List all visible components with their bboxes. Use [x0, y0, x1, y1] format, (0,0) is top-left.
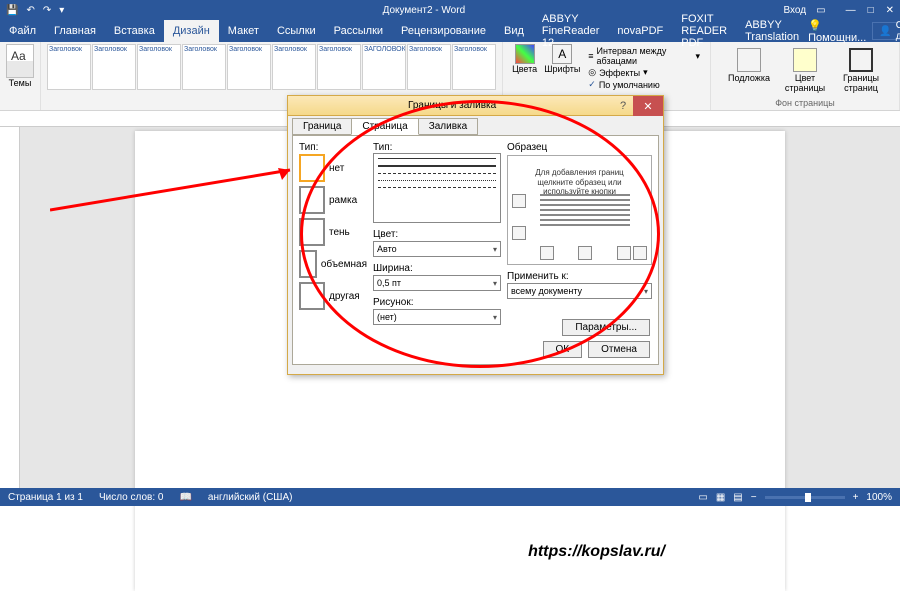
status-words[interactable]: Число слов: 0: [99, 492, 163, 503]
close-icon[interactable]: ✕: [886, 5, 894, 16]
preview-hint: Для добавления границ щелкните образец и…: [520, 168, 639, 197]
preview-right-btn[interactable]: [578, 246, 592, 260]
watermark-button[interactable]: Подложка: [725, 48, 773, 94]
login-link[interactable]: Вход: [783, 5, 806, 16]
colors-button[interactable]: Цвета: [509, 44, 540, 92]
preview-label: Образец: [507, 142, 652, 153]
preview-box[interactable]: Для добавления границ щелкните образец и…: [507, 155, 652, 265]
type-section-label: Тип:: [299, 142, 367, 153]
page-color-button[interactable]: Цвет страницы: [781, 48, 829, 94]
person-icon: 👤: [879, 26, 891, 37]
ribbon-options-icon[interactable]: ▭: [816, 5, 825, 16]
vertical-ruler[interactable]: [0, 127, 20, 488]
view-web-icon[interactable]: ▤: [733, 492, 742, 503]
maximize-icon[interactable]: □: [868, 5, 874, 16]
border-type-shadow[interactable]: тень: [299, 217, 367, 247]
themes-label: Темы: [6, 78, 34, 88]
dialog-help-button[interactable]: ?: [613, 96, 633, 116]
menu-foxit[interactable]: FOXIT READER PDF: [672, 20, 736, 42]
ok-button[interactable]: ОК: [543, 341, 583, 358]
menu-view[interactable]: Вид: [495, 20, 533, 42]
color-combo[interactable]: Авто: [373, 241, 501, 257]
menubar: Файл Главная Вставка Дизайн Макет Ссылки…: [0, 20, 900, 42]
border-type-3d[interactable]: объемная: [299, 249, 367, 279]
spacing-icon: ≡: [588, 51, 593, 61]
page-color-icon: [793, 48, 817, 72]
preview-extra2-btn[interactable]: [633, 246, 647, 260]
cancel-button[interactable]: Отмена: [588, 341, 650, 358]
menu-insert[interactable]: Вставка: [105, 20, 164, 42]
menu-layout[interactable]: Макет: [219, 20, 268, 42]
style-gallery[interactable]: Заголовок Заголовок Заголовок Заголовок …: [47, 44, 496, 92]
page-bg-group-label: Фон страницы: [717, 98, 893, 108]
tab-border[interactable]: Граница: [292, 118, 352, 135]
help-link[interactable]: 💡 Помощни...: [808, 19, 866, 44]
art-combo[interactable]: (нет): [373, 309, 501, 325]
menu-review[interactable]: Рецензирование: [392, 20, 495, 42]
border-type-custom[interactable]: другая: [299, 281, 367, 311]
status-proofing-icon[interactable]: 📖: [179, 492, 191, 503]
status-page[interactable]: Страница 1 из 1: [8, 492, 83, 503]
preview-bottom-btn[interactable]: [512, 226, 526, 240]
page-borders-button[interactable]: Границы страниц: [837, 48, 885, 94]
zoom-value[interactable]: 100%: [866, 492, 892, 503]
share-button[interactable]: 👤 Общий доступ: [872, 22, 900, 40]
themes-button[interactable]: [6, 44, 34, 78]
menu-novapdf[interactable]: novaPDF: [608, 20, 672, 42]
titlebar: 💾 ↶ ↷ ▾ Документ2 - Word Вход ▭ — □ ✕: [0, 0, 900, 20]
style-label: Тип:: [373, 142, 501, 153]
color-label: Цвет:: [373, 229, 501, 240]
menu-file[interactable]: Файл: [0, 20, 45, 42]
dialog-title-text: Границы и заливка: [408, 100, 496, 111]
menu-home[interactable]: Главная: [45, 20, 105, 42]
fonts-button[interactable]: A Шрифты: [544, 44, 580, 92]
dialog-close-button[interactable]: ✕: [633, 96, 663, 116]
redo-icon[interactable]: ↷: [43, 5, 51, 16]
preview-content: [540, 194, 630, 229]
line-style-list[interactable]: [373, 153, 501, 223]
menu-abbyy-tr[interactable]: ABBYY Translation: [736, 20, 808, 42]
tab-page[interactable]: Страница: [351, 118, 418, 135]
borders-shading-dialog: Границы и заливка ? ✕ Граница Страница З…: [287, 95, 664, 375]
border-type-box[interactable]: рамка: [299, 185, 367, 215]
check-icon: ✓: [588, 79, 596, 90]
menu-references[interactable]: Ссылки: [268, 20, 325, 42]
minimize-icon[interactable]: —: [846, 5, 856, 16]
page-borders-icon: [849, 48, 873, 72]
effects-icon: ◎: [588, 67, 596, 78]
watermark-icon: [737, 48, 761, 72]
width-label: Ширина:: [373, 263, 501, 274]
art-label: Рисунок:: [373, 297, 501, 308]
preview-left-btn[interactable]: [540, 246, 554, 260]
status-lang[interactable]: английский (США): [208, 492, 293, 503]
menu-mailings[interactable]: Рассылки: [325, 20, 392, 42]
menu-abbyy-fr[interactable]: ABBYY FineReader 12: [533, 20, 608, 42]
params-button[interactable]: Параметры...: [562, 319, 650, 336]
zoom-in-icon[interactable]: +: [853, 492, 859, 503]
view-read-icon[interactable]: ▭: [698, 492, 707, 503]
tab-shading[interactable]: Заливка: [418, 118, 479, 135]
fonts-icon: A: [552, 44, 572, 64]
save-icon[interactable]: 💾: [6, 5, 18, 16]
preview-extra1-btn[interactable]: [617, 246, 631, 260]
width-combo[interactable]: 0,5 пт: [373, 275, 501, 291]
dialog-titlebar[interactable]: Границы и заливка ? ✕: [288, 96, 663, 116]
menu-design[interactable]: Дизайн: [164, 20, 219, 42]
watermark-url: https://kopslav.ru/: [528, 543, 665, 561]
app-title: Документ2 - Word: [64, 5, 783, 16]
zoom-out-icon[interactable]: −: [751, 492, 757, 503]
set-default-button[interactable]: ✓По умолчанию: [588, 79, 700, 90]
zoom-slider[interactable]: [765, 496, 845, 499]
preview-top-btn[interactable]: [512, 194, 526, 208]
statusbar: Страница 1 из 1 Число слов: 0 📖 английск…: [0, 488, 900, 506]
apply-combo[interactable]: всему документу: [507, 283, 652, 299]
apply-label: Применить к:: [507, 271, 652, 282]
effects-button[interactable]: ◎Эффекты ▾: [588, 67, 700, 78]
undo-icon[interactable]: ↶: [26, 5, 34, 16]
colors-icon: [515, 44, 535, 64]
view-print-icon[interactable]: ▦: [716, 492, 725, 503]
border-type-none[interactable]: нет: [299, 153, 367, 183]
paragraph-spacing-button[interactable]: ≡Интервал между абзацами ▾: [588, 46, 700, 66]
